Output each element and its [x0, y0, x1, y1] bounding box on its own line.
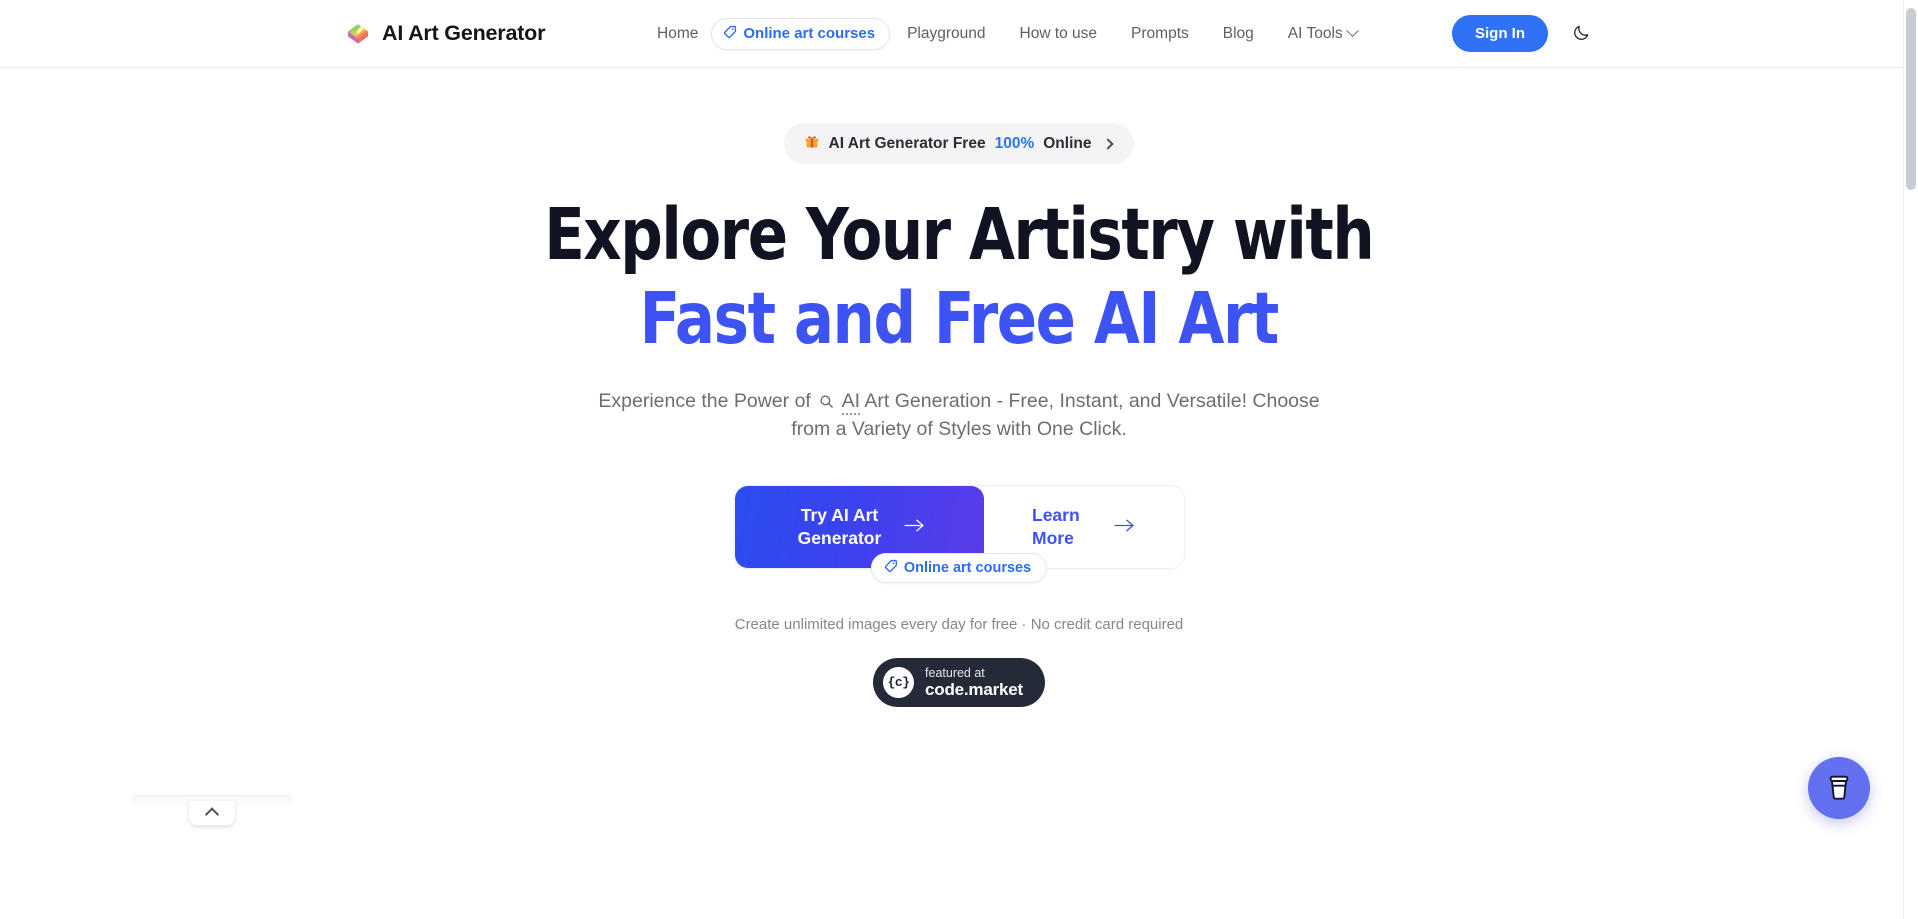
cta-group: Try AI Art Generator Learn More Online a…	[733, 485, 1185, 584]
bottom-left-collapsed-panel	[132, 797, 292, 825]
hero-subtitle: Experience the Power of AI Art Generatio…	[579, 387, 1339, 443]
promo-text-before: AI Art Generator Free	[828, 134, 986, 152]
code-market-logo-icon: {c}	[883, 667, 915, 699]
buy-me-a-coffee-button[interactable]	[1808, 757, 1870, 819]
headline-line-1: Explore Your Artistry with	[544, 193, 1374, 276]
sign-in-button[interactable]: Sign In	[1452, 15, 1548, 52]
online-art-courses-tag[interactable]: Online art courses	[870, 553, 1048, 584]
nav-item-home[interactable]: Home	[640, 17, 715, 51]
scrollbar-thumb[interactable]	[1906, 8, 1916, 190]
online-art-courses-tag-label: Online art courses	[903, 560, 1032, 577]
arrow-right-icon	[1114, 516, 1135, 539]
brand-title: AI Art Generator	[382, 21, 546, 45]
art-palette-icon	[345, 21, 371, 47]
featured-badge-bottom-label: code.market	[925, 680, 1023, 700]
theme-toggle-button[interactable]	[1566, 19, 1596, 49]
headline-line-2: Fast and Free AI Art	[639, 277, 1280, 360]
chevron-down-icon	[1345, 24, 1359, 38]
tag-icon	[723, 25, 737, 43]
expand-panel-button[interactable]	[189, 801, 235, 825]
search-icon	[819, 389, 834, 408]
navbar-actions: Sign In	[1452, 15, 1918, 52]
primary-nav: Home Online art courses Playground How t…	[640, 17, 1374, 51]
page-title: Explore Your Artistry with Fast and Free…	[544, 199, 1374, 360]
nav-pill-label: Online art courses	[743, 25, 876, 42]
subtitle-part-1: Experience the Power of	[598, 390, 811, 412]
subtitle-part-2: Art Generation - Free, Instant, and Vers…	[791, 390, 1320, 441]
coffee-cup-icon	[1824, 772, 1854, 805]
page-scrollbar[interactable]	[1903, 0, 1918, 919]
chevron-right-icon	[1102, 137, 1115, 150]
brand-logo-link[interactable]: AI Art Generator	[345, 21, 545, 47]
featured-badge-text: featured at code.market	[925, 666, 1023, 699]
featured-at-code-market-badge[interactable]: {c} featured at code.market	[873, 658, 1045, 708]
nav-item-online-art-courses[interactable]: Online art courses	[711, 17, 891, 50]
promo-text-after: Online	[1043, 134, 1092, 152]
page-body: AI Art Generator Free 100% Online Explor…	[0, 68, 1918, 919]
nav-item-blog[interactable]: Blog	[1206, 17, 1271, 51]
arrow-right-icon	[903, 516, 925, 539]
nav-item-playground[interactable]: Playground	[890, 17, 1002, 51]
top-navbar: AI Art Generator Home Online art courses…	[0, 0, 1918, 68]
gift-icon	[804, 133, 820, 154]
moon-icon	[1572, 23, 1591, 45]
hero-fineprint: Create unlimited images every day for fr…	[734, 616, 1184, 634]
nav-item-prompts[interactable]: Prompts	[1114, 17, 1206, 51]
promo-highlight: 100%	[994, 134, 1035, 152]
chevron-up-icon	[204, 807, 220, 822]
nav-item-ai-tools[interactable]: AI Tools	[1271, 17, 1374, 51]
nav-item-ai-tools-label: AI Tools	[1287, 24, 1343, 42]
nav-item-how-to-use[interactable]: How to use	[1003, 17, 1115, 51]
subtitle-ai-token[interactable]: AI	[841, 390, 861, 415]
featured-badge-top-label: featured at	[925, 666, 985, 681]
learn-more-label: Learn More	[1032, 505, 1080, 549]
promo-banner-pill[interactable]: AI Art Generator Free 100% Online	[783, 123, 1135, 164]
hero-section: AI Art Generator Free 100% Online Explor…	[0, 68, 1918, 708]
try-ai-art-generator-label: Try AI Art Generator	[797, 505, 882, 549]
tag-icon	[884, 559, 898, 577]
